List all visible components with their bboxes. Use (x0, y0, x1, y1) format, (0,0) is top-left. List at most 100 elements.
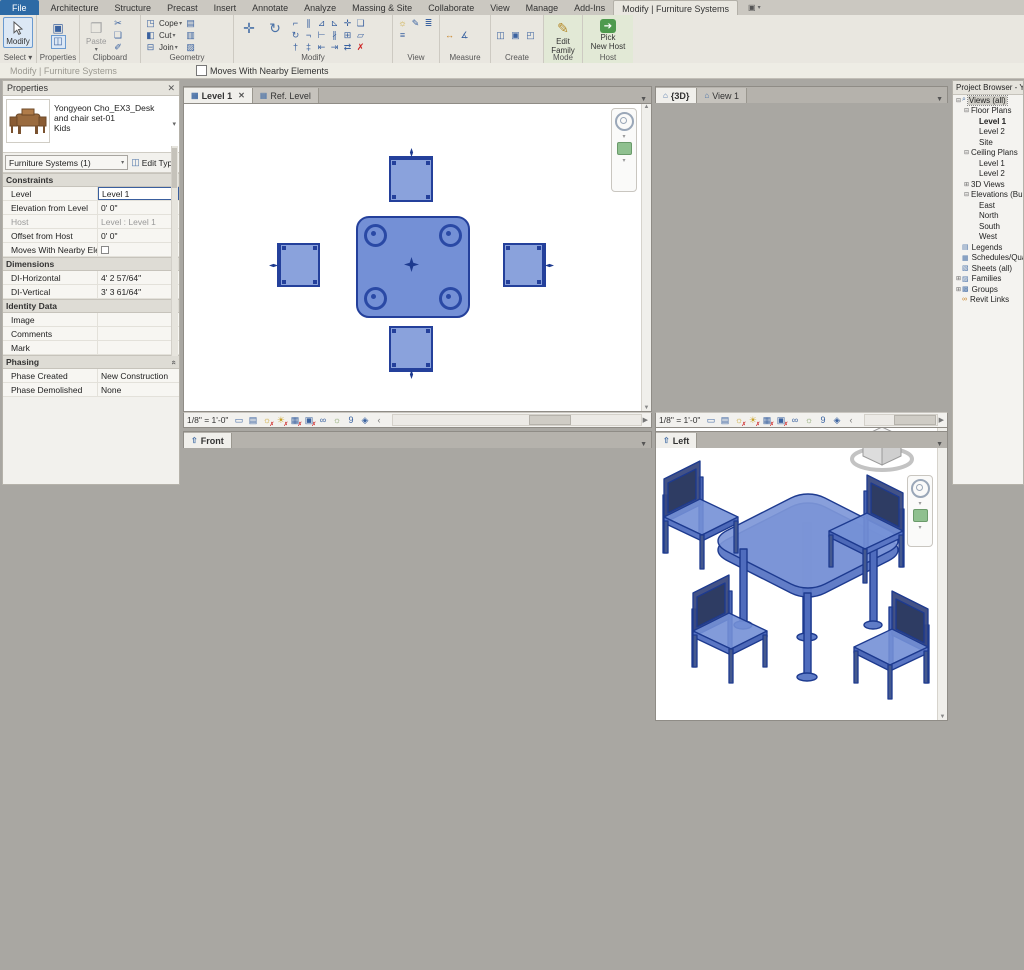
cut-geometry-icon[interactable]: ◳ (144, 17, 157, 29)
copy-to-clipboard-icon[interactable]: ❏ (111, 29, 124, 41)
move-big-button[interactable]: ✛ (237, 17, 261, 39)
plan-chair-right[interactable] (503, 243, 546, 287)
property-value[interactable]: New Construction (98, 369, 179, 382)
type-selector[interactable]: Yongyeon Cho_EX3_Desk and chair set-01 K… (3, 96, 179, 153)
property-value[interactable]: 4' 2 57/64" (98, 271, 179, 284)
vertical-scrollbar[interactable]: ▲▼ (641, 104, 651, 411)
copy-icon[interactable]: ❏ (354, 17, 367, 29)
tab-front[interactable]: ⇧ Front (184, 433, 232, 448)
ribbon-tab-collaborate[interactable]: Collaborate (420, 0, 482, 15)
view-tab-view-1[interactable]: ⌂View 1 (697, 88, 747, 103)
threed-view-canvas[interactable]: ▾ ▾ ▲▼ (655, 412, 948, 721)
type-selector-caret-icon[interactable]: ▾ (172, 120, 176, 128)
panel-label-measure[interactable]: Measure (440, 53, 490, 63)
thin-lines-icon[interactable]: ≡ (396, 29, 409, 41)
project-browser-header[interactable]: Project Browser - Yong (953, 81, 1023, 95)
collapse-arrow-icon[interactable]: ‹ (372, 414, 385, 426)
selection-filter-dropdown[interactable]: Furniture Systems (1)▾ (5, 155, 128, 170)
property-value[interactable]: 0' 0" (98, 201, 179, 214)
property-value[interactable]: 3' 3 61/64" (98, 285, 179, 298)
reveal-constraints-icon[interactable]: 9 (816, 414, 829, 426)
crop-region-icon[interactable]: ▣✗ (774, 414, 787, 426)
plan-chair-top[interactable] (389, 156, 433, 202)
sun-path-icon[interactable]: ☼✗ (732, 414, 745, 426)
navbar-caret-icon[interactable]: ▾ (622, 133, 625, 140)
unpin-icon[interactable]: ‡ (302, 41, 315, 53)
edit-family-button[interactable]: ✎ Edit Family (548, 17, 578, 57)
override-graphics-icon[interactable]: ✎ (409, 17, 422, 29)
browser-item-views-all-[interactable]: ⊟⌕Views (all) (953, 95, 1023, 106)
property-value[interactable]: Level : Level 1 (98, 215, 179, 228)
navbar-caret-icon[interactable]: ▾ (918, 524, 921, 531)
properties-window-icon[interactable]: ▣ (52, 22, 65, 34)
ribbon-collapse-button[interactable]: ▣▾ (748, 0, 761, 15)
property-group-dimensions[interactable]: Dimensions« (3, 257, 179, 271)
property-value[interactable]: 0' 0" (98, 229, 179, 242)
mirror-axis-icon[interactable]: ⊿ (315, 17, 328, 29)
pick-new-host-button[interactable]: ➔ Pick New Host (588, 17, 629, 53)
close-tab-icon[interactable]: ✕ (238, 91, 245, 100)
browser-item-groups[interactable]: ⊞▩Groups (953, 284, 1023, 295)
align-top-icon[interactable]: ⇥ (328, 41, 341, 53)
displaced-elements-icon[interactable]: ◈ (358, 414, 371, 426)
tab-list-caret-icon[interactable]: ▼ (936, 441, 947, 448)
ribbon-tab-architecture[interactable]: Architecture (43, 0, 107, 15)
reveal-hidden-icon[interactable]: ☼ (802, 414, 815, 426)
cut-to-clipboard-icon[interactable]: ✂ (111, 17, 124, 29)
sun-path-icon[interactable]: ☼✗ (260, 414, 273, 426)
ribbon-tab-view[interactable]: View (482, 0, 517, 15)
crop-region-icon[interactable]: ▣✗ (302, 414, 315, 426)
tab-left[interactable]: ⇧ Left (656, 433, 697, 448)
properties-scrollbar[interactable] (171, 146, 178, 356)
property-checkbox[interactable] (101, 246, 109, 254)
rotate-icon[interactable]: ↻ (289, 29, 302, 41)
property-group-constraints[interactable]: Constraints« (3, 173, 179, 187)
expand-icon[interactable]: ⊟ (963, 191, 970, 198)
create-similar-icon[interactable]: ◰ (524, 29, 537, 41)
array-icon[interactable]: ⊞ (341, 29, 354, 41)
moves-with-nearby-checkbox[interactable] (196, 65, 207, 76)
move-icon[interactable]: ✛ (341, 17, 354, 29)
browser-item-elevations-bu[interactable]: ⊟Elevations (Bu (953, 190, 1023, 201)
flip-arrow-icon[interactable] (545, 261, 554, 270)
properties-toggle-icon[interactable]: ◫ (51, 35, 66, 49)
ribbon-tab-massing-site[interactable]: Massing & Site (344, 0, 420, 15)
linework-icon[interactable]: ≣ (422, 17, 435, 29)
pin-icon[interactable]: † (289, 41, 302, 53)
plan-chair-bottom[interactable] (389, 326, 433, 372)
browser-item-level-1[interactable]: Level 1 (953, 158, 1023, 169)
join-geometry-icon[interactable]: ⊟ (144, 41, 157, 53)
wall-joins-icon[interactable]: ▥ (184, 29, 197, 41)
trim-icon[interactable]: ⌐ (302, 29, 315, 41)
browser-item-sheets-all-[interactable]: ▧Sheets (all) (953, 263, 1023, 274)
horizontal-scrollbar[interactable] (864, 414, 937, 426)
property-value[interactable] (98, 327, 179, 340)
scroll-right-icon[interactable]: ▶ (939, 416, 944, 424)
zoom-region-icon[interactable] (913, 509, 928, 522)
panel-label-create[interactable]: Create (491, 53, 543, 63)
panel-label-host[interactable]: Host (583, 53, 633, 63)
scale-icon[interactable]: ▱ (354, 29, 367, 41)
crop-view-icon[interactable]: ▦✗ (760, 414, 773, 426)
ribbon-tab-modify-furniture-systems[interactable]: Modify | Furniture Systems (613, 0, 738, 15)
temporary-hide-icon[interactable]: ∞ (316, 414, 329, 426)
view-scale[interactable]: 1/8" = 1'-0" (187, 415, 228, 425)
displaced-elements-icon[interactable]: ◈ (830, 414, 843, 426)
reveal-hidden-icon[interactable]: ☼ (330, 414, 343, 426)
expand-icon[interactable]: ⊟ (963, 107, 970, 114)
browser-item-level-2[interactable]: Level 2 (953, 127, 1023, 138)
paint-icon[interactable]: ◧ (144, 29, 157, 41)
extend-icon[interactable]: ⊢ (315, 29, 328, 41)
panel-label-view[interactable]: View (393, 53, 439, 63)
cope-button[interactable]: Cope▾ (159, 17, 182, 29)
view-scale[interactable]: 1/8" = 1'-0" (659, 415, 700, 425)
scrollbar-thumb[interactable] (894, 415, 936, 425)
ribbon-tab-manage[interactable]: Manage (518, 0, 567, 15)
browser-item-south[interactable]: South (953, 221, 1023, 232)
angular-dimension-icon[interactable]: ∡ (458, 29, 471, 41)
ribbon-tab-file[interactable]: File (0, 0, 39, 15)
visual-style-icon[interactable]: ▭ (232, 414, 245, 426)
shadows-icon[interactable]: ☀✗ (746, 414, 759, 426)
temporary-hide-icon[interactable]: ∞ (788, 414, 801, 426)
modify-button[interactable]: Modify (3, 17, 33, 48)
